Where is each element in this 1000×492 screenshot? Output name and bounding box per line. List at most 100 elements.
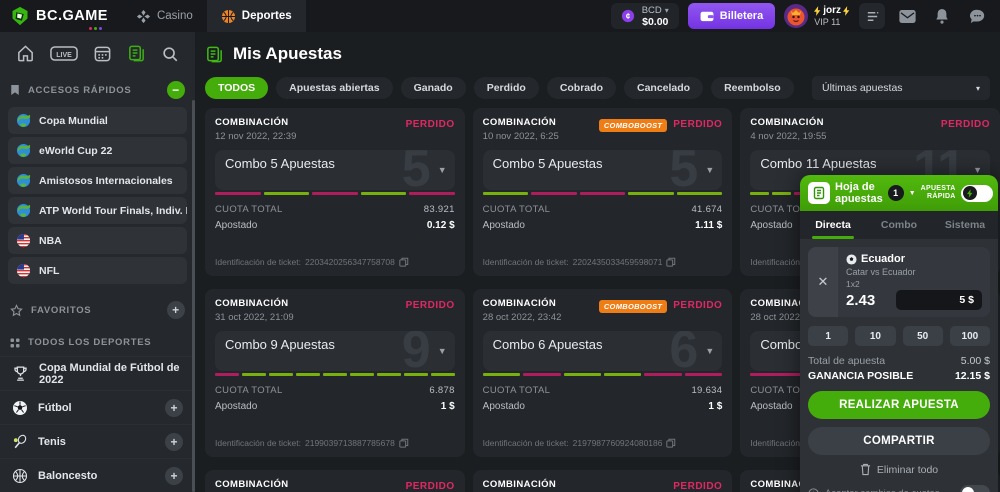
selection-match: Catar vs Ecuador (846, 267, 982, 277)
filter-chip-label: Reembolso (724, 82, 781, 94)
calendar-icon[interactable] (93, 44, 112, 63)
filter-chip[interactable]: Apuestas abiertas (276, 77, 392, 99)
place-bet-button[interactable]: REALIZAR APUESTA (808, 391, 990, 419)
sport-item-label: Fútbol (38, 402, 72, 414)
combo-panel[interactable]: Combo 6 Apuestas 6 ▼ (483, 331, 723, 371)
chevron-down-icon[interactable]: ▼ (438, 165, 447, 175)
chevron-down-icon[interactable]: ▼ (705, 346, 714, 356)
combo-count: 5 (402, 150, 429, 190)
ticket-id-value: 2199039713887785678 (305, 438, 395, 448)
sidebar-quick-item[interactable]: Amistosos Internacionales (8, 167, 187, 194)
topbar-tab-casino[interactable]: Casino (122, 0, 207, 32)
selection-odds: 2.43 (846, 292, 875, 309)
globe-icon (16, 173, 31, 188)
quick-bet-toggle[interactable] (961, 185, 993, 202)
betslip-ticket-icon (808, 182, 830, 204)
combo-panel[interactable]: Combo 5 Apuestas 5 ▼ (215, 150, 455, 190)
accept-odds-toggle[interactable] (960, 485, 990, 492)
user-profile[interactable]: jorz VIP 11 (784, 4, 850, 28)
stake-input[interactable]: 5 $ (896, 290, 982, 310)
cuota-total-value: 41.674 (691, 204, 722, 215)
copy-icon[interactable] (399, 438, 409, 448)
ticket-id-value: 2202435033459598071 (573, 257, 663, 267)
quick-amount-button[interactable]: 1 (808, 326, 848, 346)
cuota-total-label: CUOTA TOTAL (215, 204, 283, 215)
expand-plus-button[interactable]: + (165, 433, 183, 451)
filter-chip[interactable]: TODOS (205, 77, 268, 99)
chevron-down-icon[interactable]: ▼ (909, 190, 916, 197)
leg-result-segment (431, 373, 455, 376)
filter-chip-label: Apuestas abiertas (289, 82, 379, 94)
combo-panel[interactable]: Combo 9 Apuestas 9 ▼ (215, 331, 455, 371)
leg-result-segment (483, 192, 529, 195)
status-badge: PERDIDO (673, 119, 722, 130)
my-bets-icon[interactable] (127, 44, 146, 63)
filter-chip-label: Perdido (487, 82, 526, 94)
possible-win-value: 12.15 $ (955, 370, 990, 382)
bet-card: COMBINACIÓN 31 oct 2022, 21:09 COMBOBOOS… (205, 289, 465, 457)
expand-plus-button[interactable]: + (165, 467, 183, 485)
chevron-down-icon[interactable]: ▼ (438, 346, 447, 356)
copy-icon[interactable] (399, 257, 409, 267)
sidebar-quick-item[interactable]: NFL (8, 257, 187, 284)
remove-selection-button[interactable]: ✕ (808, 247, 838, 317)
sidebar-sport-item[interactable]: Tenis + (0, 424, 195, 458)
filter-chip[interactable]: Perdido (474, 77, 539, 99)
betslip-tab-directa[interactable]: Directa (800, 211, 866, 239)
share-button[interactable]: COMPARTIR (808, 427, 990, 455)
copy-icon[interactable] (666, 257, 676, 267)
quick-amount-button[interactable]: 100 (950, 326, 990, 346)
globe-icon (16, 113, 31, 128)
copy-icon[interactable] (666, 438, 676, 448)
betslip-tab-label: Directa (815, 219, 851, 231)
sidebar-scrollbar[interactable] (192, 100, 195, 492)
live-icon[interactable]: LIVE (50, 44, 78, 63)
sidebar-quick-item[interactable]: ATP World Tour Finals, Indiv. Masc. (8, 197, 187, 224)
sidebar-sport-item[interactable]: Baloncesto + (0, 458, 195, 492)
collapse-minus-button[interactable]: − (167, 81, 185, 99)
sidebar: LIVE ACCESOS RÁPIDOS − Copa Mundial eWor… (0, 32, 195, 492)
wallet-button[interactable]: Billetera (688, 3, 775, 29)
filter-chip[interactable]: Reembolso (711, 77, 794, 99)
sidebar-quick-item[interactable]: NBA (8, 227, 187, 254)
filter-chip[interactable]: Cancelado (624, 77, 703, 99)
filter-chip-label: Cancelado (637, 82, 690, 94)
topbar-tab-label: Casino (157, 10, 193, 22)
leg-result-segment (483, 373, 520, 376)
cuota-total-value: 6.878 (429, 385, 454, 396)
leg-result-segment (296, 373, 320, 376)
quick-amount-button[interactable]: 50 (903, 326, 943, 346)
chat-icon[interactable] (964, 3, 990, 29)
sidebar-quick-item[interactable]: Copa Mundial (8, 107, 187, 134)
chevron-down-icon: ▾ (976, 84, 980, 93)
currency-selector[interactable]: ¢ BCD ▾ $0.00 (611, 3, 679, 29)
legs-result-bar (215, 373, 455, 376)
mail-icon[interactable] (894, 3, 920, 29)
sidebar-sport-item[interactable]: Copa Mundial de Fútbol de 2022 + (0, 356, 195, 390)
topbar-tab-deportes[interactable]: Deportes (207, 0, 306, 32)
bet-card: COMBINACIÓN 28 oct 2022, 23:42 COMBOBOOS… (473, 289, 733, 457)
coin-icon: ¢ (621, 9, 635, 23)
sidebar-sport-item[interactable]: Fútbol + (0, 390, 195, 424)
quick-amount-button[interactable]: 10 (855, 326, 895, 346)
bell-icon[interactable] (929, 3, 955, 29)
remove-all-button[interactable]: Eliminar todo (808, 463, 990, 476)
home-icon[interactable] (16, 44, 35, 63)
brand-logo[interactable]: BC.GAME (10, 6, 108, 26)
chevron-down-icon[interactable]: ▼ (705, 165, 714, 175)
betslip-tab-sistema[interactable]: Sistema (932, 211, 998, 239)
comboboost-badge: COMBOBOOST (599, 119, 667, 132)
bet-list-icon[interactable] (859, 3, 885, 29)
trophy-icon (12, 365, 29, 382)
sort-dropdown[interactable]: Últimas apuestas ▾ (812, 76, 990, 100)
sidebar-quick-item[interactable]: eWorld Cup 22 (8, 137, 187, 164)
filter-chip[interactable]: Ganado (401, 77, 466, 99)
chevron-down-icon[interactable]: ▼ (973, 165, 982, 175)
filter-chip[interactable]: Cobrado (547, 77, 616, 99)
expand-plus-button[interactable]: + (165, 399, 183, 417)
comboboost-badge: COMBOBOOST (599, 300, 667, 313)
favorites-add-button[interactable]: + (167, 301, 185, 319)
combo-panel[interactable]: Combo 5 Apuestas 5 ▼ (483, 150, 723, 190)
search-icon[interactable] (161, 45, 179, 63)
betslip-tab-combo[interactable]: Combo (866, 211, 932, 239)
